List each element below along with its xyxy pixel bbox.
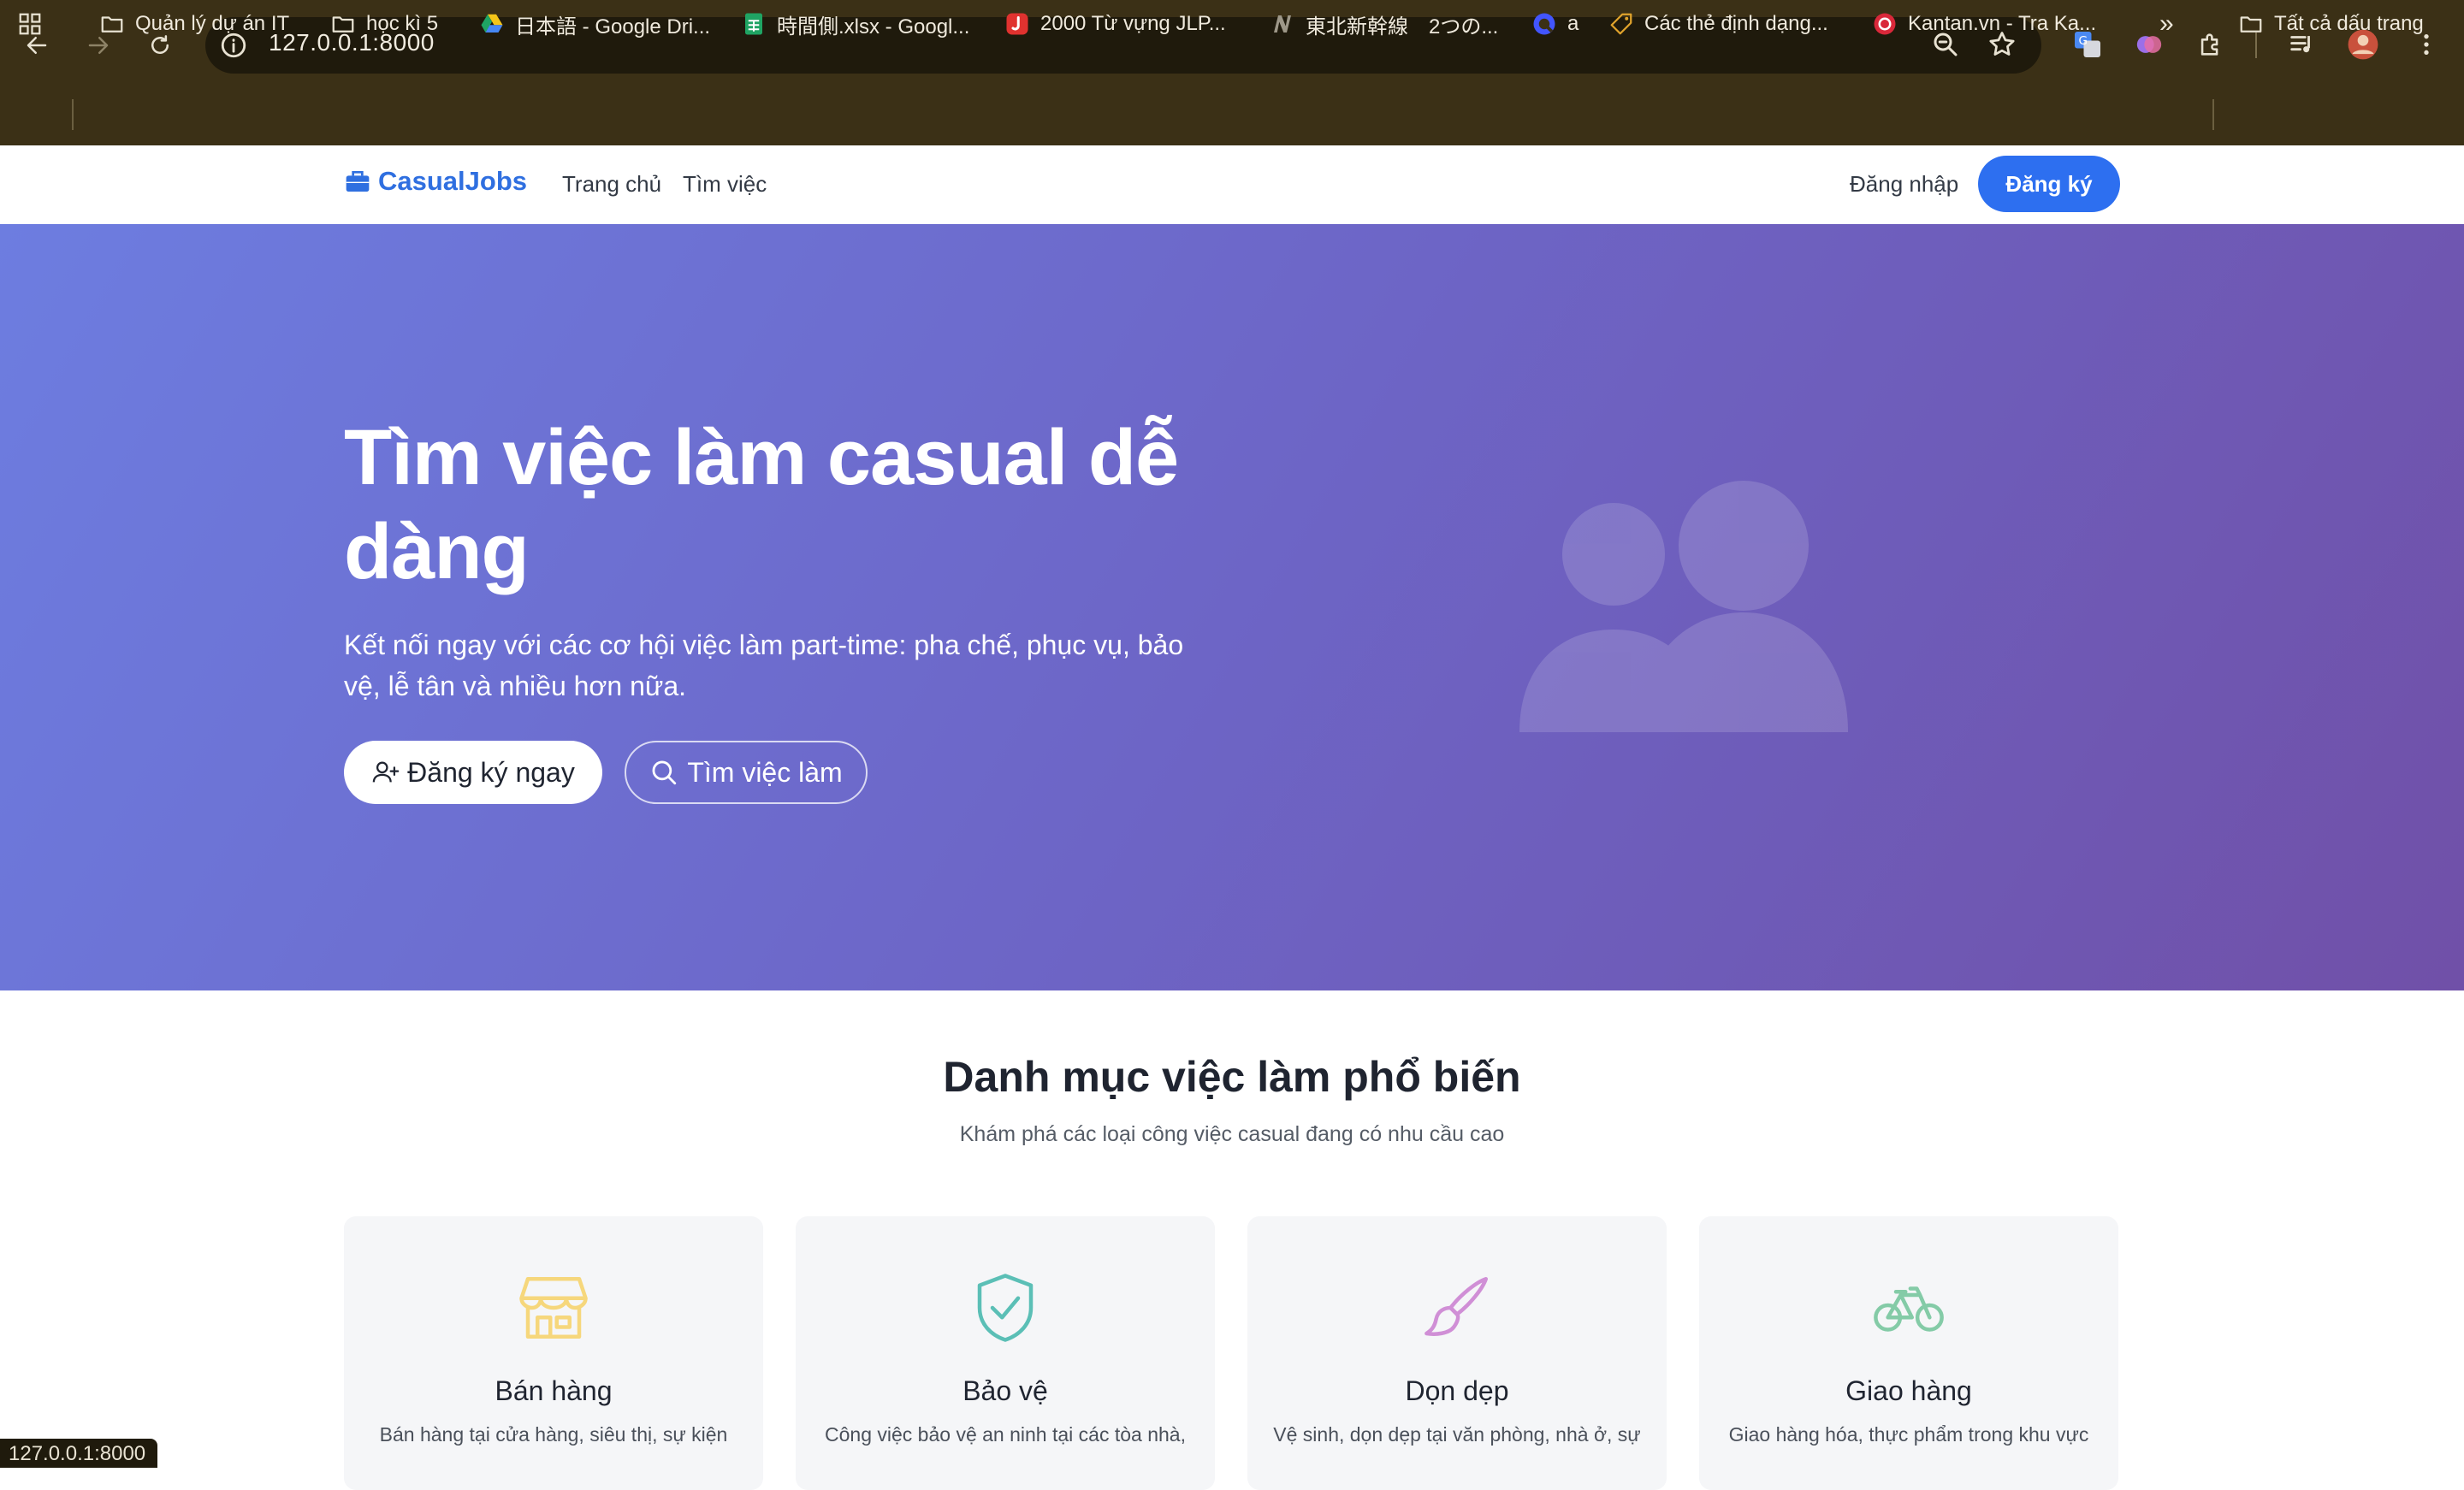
hero-subtitle: Kết nối ngay với các cơ hội việc làm par… xyxy=(344,630,1184,701)
jlpt-app-icon xyxy=(1004,11,1030,37)
apps-grid-icon[interactable] xyxy=(17,7,43,41)
tag-icon xyxy=(1608,11,1634,37)
search-icon xyxy=(652,760,677,785)
category-description: Giao hàng hóa, thực phẩm trong khu vực xyxy=(1728,1423,2089,1446)
brand-name: CasualJobs xyxy=(378,166,528,196)
categories-subtitle: Khám phá các loại công việc casual đang … xyxy=(959,1122,1505,1146)
all-bookmarks-folder[interactable]: Tất cả dấu trang xyxy=(2238,7,2424,41)
bookmark-label: Tất cả dấu trang xyxy=(2274,12,2424,35)
login-link[interactable]: Đăng nhập xyxy=(1850,171,1958,198)
bookmarks-divider xyxy=(2212,99,2214,130)
bookmarks-divider xyxy=(72,99,74,130)
find-job-button[interactable]: Tìm việc làm xyxy=(625,741,868,804)
bookmark-item[interactable]: học kì 5 xyxy=(330,7,438,41)
bookmark-item[interactable]: 日本語 - Google Dri... xyxy=(479,7,710,41)
bookmark-item[interactable]: Kantan.vn - Tra Ka... xyxy=(1872,7,2096,41)
bookmark-label: 日本語 - Google Dri... xyxy=(515,15,711,38)
bookmark-item[interactable]: 東北新幹線 2つの... xyxy=(1270,7,1498,41)
kantan-icon xyxy=(1872,11,1898,37)
hero-section xyxy=(0,224,2464,990)
more-bookmarks-button[interactable]: » xyxy=(2159,7,2174,41)
category-card-sales[interactable]: Bán hàng Bán hàng tại cửa hàng, siêu thị… xyxy=(344,1216,763,1490)
folder-icon xyxy=(2238,11,2264,37)
quizlet-icon xyxy=(1531,11,1557,37)
store-icon xyxy=(519,1277,588,1339)
bookmark-item[interactable]: Quản lý dự án IT xyxy=(99,7,289,41)
folder-icon xyxy=(99,11,125,37)
nav-find-job-link[interactable]: Tìm việc xyxy=(683,171,767,198)
category-title: Giao hàng xyxy=(1845,1375,1972,1406)
chevron-double-right-icon: » xyxy=(2159,9,2174,38)
google-sheets-icon xyxy=(741,11,767,37)
find-job-label: Tìm việc làm xyxy=(687,756,843,788)
bookmark-label: 2000 Từ vựng JLP... xyxy=(1040,12,1226,35)
bookmark-item[interactable]: 2000 Từ vựng JLP... xyxy=(1004,7,1226,41)
category-description: Bán hàng tại cửa hàng, siêu thị, sự kiện xyxy=(379,1423,728,1446)
bookmark-label: Quản lý dự án IT xyxy=(135,12,290,35)
bookmark-label: 東北新幹線 2つの... xyxy=(1306,15,1499,38)
n-site-icon xyxy=(1270,11,1295,37)
user-plus-icon xyxy=(372,761,400,783)
bookmark-item[interactable]: a xyxy=(1531,7,1578,41)
hero-title: Tìm việc làm casual dễ dàng xyxy=(344,414,1179,595)
category-description: Công việc bảo vệ an ninh tại các tòa nhà… xyxy=(825,1423,1186,1446)
folder-icon xyxy=(330,11,356,37)
categories-title: Danh mục việc làm phổ biến xyxy=(943,1053,1521,1101)
bookmark-item[interactable]: Các thẻ định dạng... xyxy=(1608,7,1828,41)
signup-now-button[interactable]: Đăng ký ngay xyxy=(344,741,602,804)
category-card-security[interactable]: Bảo vệ Công việc bảo vệ an ninh tại các … xyxy=(796,1216,1215,1490)
bicycle-icon xyxy=(1874,1286,1944,1332)
bookmark-item[interactable]: 時間側.xlsx - Googl... xyxy=(741,7,969,41)
google-drive-icon xyxy=(479,11,505,37)
bookmark-label: 時間側.xlsx - Googl... xyxy=(777,15,970,38)
category-card-delivery[interactable]: Giao hàng Giao hàng hóa, thực phẩm trong… xyxy=(1699,1216,2118,1490)
category-title: Dọn dẹp xyxy=(1405,1375,1509,1406)
category-card-cleaning[interactable]: Dọn dẹp Vệ sinh, dọn dẹp tại văn phòng, … xyxy=(1247,1216,1667,1490)
brand-logo[interactable]: CasualJobs xyxy=(344,166,527,197)
category-title: Bảo vệ xyxy=(962,1375,1048,1406)
link-status-bubble: 127.0.0.1:8000 xyxy=(0,1439,158,1468)
bookmark-label: Các thẻ định dạng... xyxy=(1644,12,1828,35)
category-description: Vệ sinh, dọn dẹp tại văn phòng, nhà ở, s… xyxy=(1273,1423,1641,1446)
brush-icon xyxy=(1424,1277,1488,1336)
nav-home-link[interactable]: Trang chủ xyxy=(562,171,661,198)
bookmark-label: a xyxy=(1567,12,1579,35)
register-button[interactable]: Đăng ký xyxy=(1978,156,2120,212)
bookmark-label: học kì 5 xyxy=(366,12,439,35)
category-title: Bán hàng xyxy=(495,1375,613,1406)
shield-check-icon xyxy=(977,1274,1034,1342)
briefcase-icon xyxy=(346,171,370,192)
users-group-icon xyxy=(1519,481,1848,732)
extensions-puzzle-icon[interactable] xyxy=(2194,27,2228,62)
bookmark-label: Kantan.vn - Tra Ka... xyxy=(1908,12,2097,35)
signup-now-label: Đăng ký ngay xyxy=(407,756,575,788)
